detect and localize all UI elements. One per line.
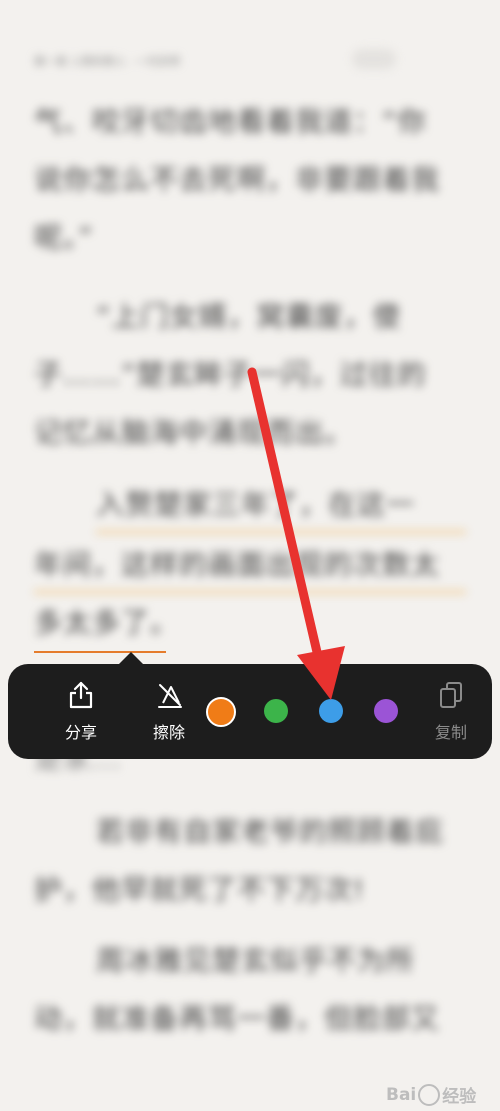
arrow-shaft <box>247 367 325 670</box>
watermark-brand2: 经验 <box>442 1087 477 1107</box>
reader-view: 第一章 入赘的男人 · 一代宗师 气、咬牙切齿地看着我道：“你 说你怎么不去死啊… <box>0 0 500 1111</box>
paw-icon <box>418 1083 441 1106</box>
arrow-head <box>297 646 345 700</box>
red-arrow-annotation <box>247 367 345 700</box>
baidu-watermark: Bai 经验 <box>386 1082 476 1107</box>
watermark-brand: Bai <box>386 1084 417 1105</box>
